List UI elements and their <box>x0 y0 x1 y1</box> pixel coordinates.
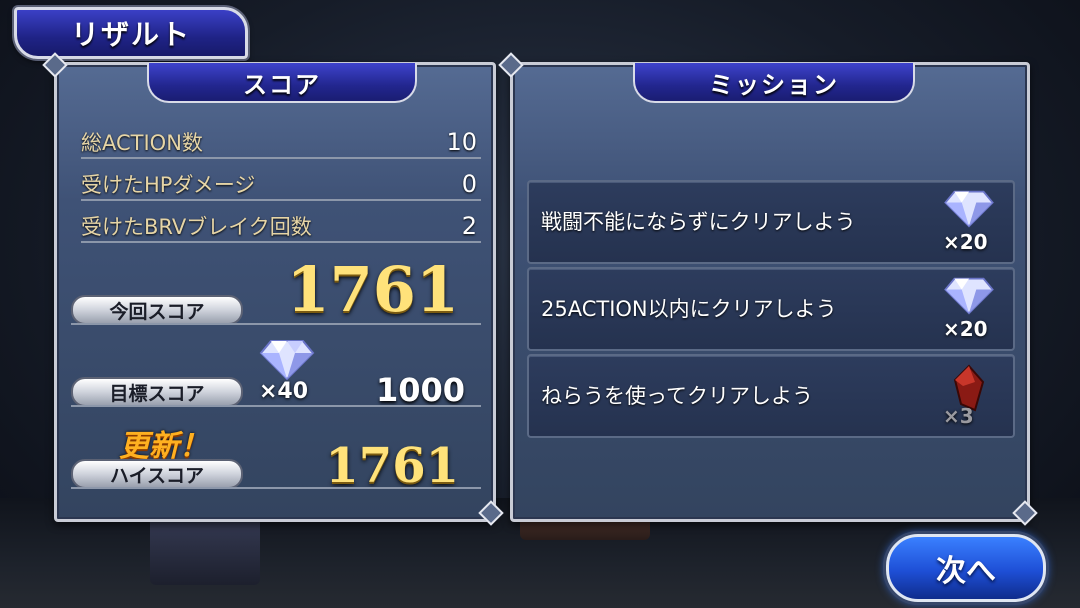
mission-reward: ×20 <box>937 188 1001 256</box>
stat-label: 受けたBRVブレイク回数 <box>81 215 312 239</box>
stat-value: 10 <box>446 128 477 156</box>
mission-reward: ×3 <box>937 362 1001 430</box>
target-score-value: 1000 <box>375 371 465 409</box>
party-character-silhouette <box>150 515 260 585</box>
next-button[interactable]: 次へ <box>886 534 1046 602</box>
high-score-label: ハイスコア <box>109 464 205 487</box>
stat-value: 0 <box>461 170 477 198</box>
stat-row-hp-damage: 受けたHPダメージ 0 <box>81 169 481 201</box>
stat-label: 受けたHPダメージ <box>81 173 256 197</box>
mission-text: 戦闘不能にならずにクリアしよう <box>541 210 856 234</box>
mission-panel-header: ミッション <box>633 63 915 103</box>
mission-text: 25ACTION以内にクリアしよう <box>541 297 837 321</box>
mission-header-label: ミッション <box>709 70 839 99</box>
stat-row-total-actions: 総ACTION数 10 <box>81 127 481 159</box>
target-score-label: 目標スコア <box>109 382 205 405</box>
mission-text: ねらうを使ってクリアしよう <box>541 384 813 408</box>
mission-row: 25ACTION以内にクリアしよう ×20 <box>527 267 1015 351</box>
crystal-gem-icon <box>259 340 315 381</box>
current-score-label: 今回スコア <box>109 300 205 323</box>
mission-row: 戦闘不能にならずにクリアしよう ×20 <box>527 180 1015 264</box>
score-panel-header: スコア <box>147 63 417 103</box>
stat-row-brv-breaks: 受けたBRVブレイク回数 2 <box>81 211 481 243</box>
target-score-badge: 目標スコア <box>71 377 243 407</box>
stat-value: 2 <box>461 212 477 240</box>
reward-count: ×3 <box>943 404 974 428</box>
next-button-label: 次へ <box>936 554 996 589</box>
score-panel: スコア 総ACTION数 10 受けたHPダメージ 0 受けたBRVブレイク回数… <box>54 62 496 522</box>
page-title: リザルト <box>70 18 191 51</box>
current-score-badge: 今回スコア <box>71 295 243 325</box>
reward-count: ×20 <box>943 317 988 341</box>
reward-count: ×20 <box>943 230 988 254</box>
divider <box>71 323 481 325</box>
mission-reward: ×20 <box>937 275 1001 343</box>
mission-row: ねらうを使ってクリアしよう ×3 <box>527 354 1015 438</box>
divider <box>71 405 481 407</box>
mission-panel: ミッション 戦闘不能にならずにクリアしよう ×20 25ACTION以内にクリア… <box>510 62 1030 522</box>
crystal-gem-icon <box>944 277 994 315</box>
divider <box>71 487 481 489</box>
score-header-label: スコア <box>243 70 321 99</box>
crystal-gem-icon <box>944 190 994 228</box>
current-score-value: 1761 <box>286 253 459 326</box>
result-title-tab: リザルト <box>14 7 248 59</box>
target-reward-count: ×40 <box>259 379 309 404</box>
stat-label: 総ACTION数 <box>81 131 203 155</box>
high-score-badge: ハイスコア <box>71 459 243 489</box>
high-score-value: 1761 <box>325 438 459 494</box>
